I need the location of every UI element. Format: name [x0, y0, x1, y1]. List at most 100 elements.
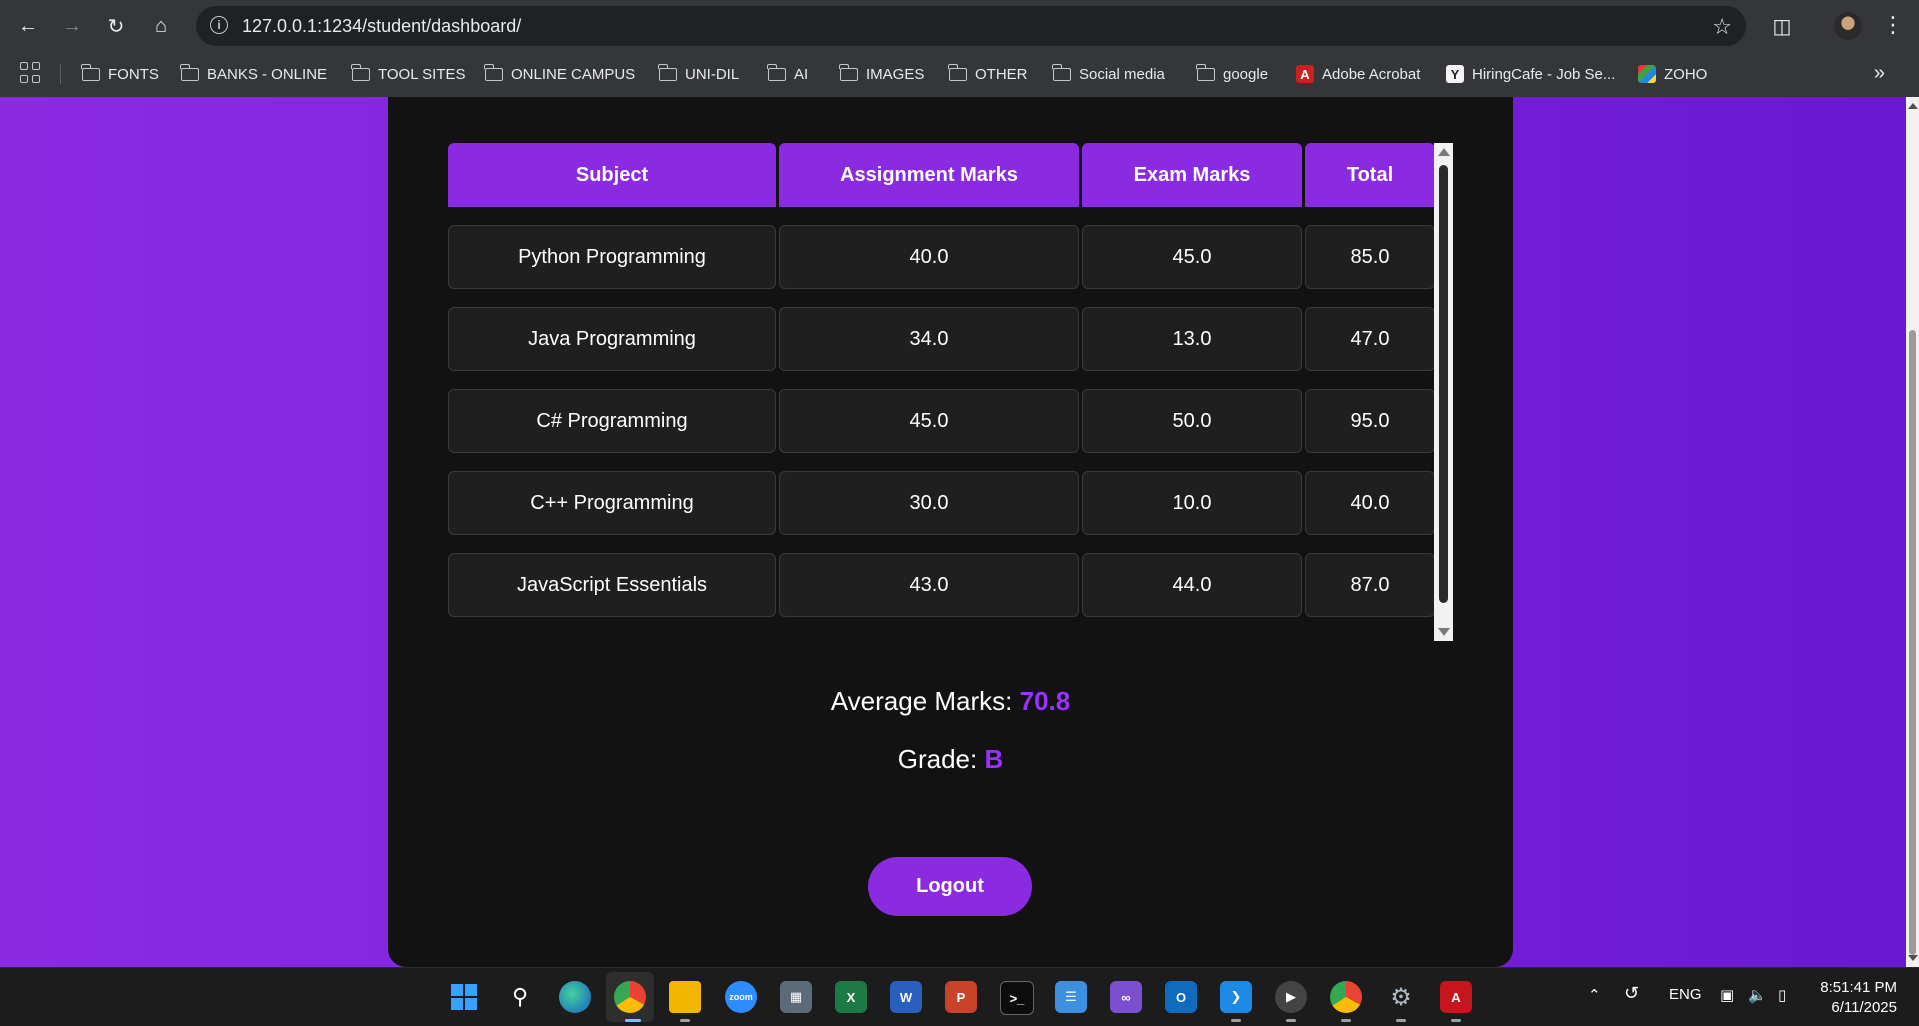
home-icon[interactable]: ⌂	[147, 12, 175, 40]
table-row: Python Programming 40.0 45.0 85.0	[448, 225, 1435, 289]
bookmarks-bar: FONTS BANKS - ONLINE TOOL SITES ONLINE C…	[0, 52, 1919, 96]
dashboard-card: Subject Assignment Marks Exam Marks Tota…	[388, 97, 1513, 967]
system-clock[interactable]: 8:51:41 PM 6/11/2025	[1820, 978, 1897, 1018]
file-explorer-icon[interactable]	[669, 981, 701, 1013]
settings-gear-icon[interactable]: ⚙	[1385, 981, 1417, 1013]
bookmark-folder[interactable]: FONTS	[81, 62, 159, 86]
hiringcafe-icon: Y	[1446, 65, 1464, 83]
powerpoint-icon[interactable]: P	[945, 981, 977, 1013]
bookmark-folder[interactable]: UNI-DIL	[658, 62, 740, 86]
visual-studio-icon[interactable]: ∞	[1110, 981, 1142, 1013]
more-bookmarks-icon[interactable]: »	[1874, 62, 1885, 85]
page-scrollbar-thumb[interactable]	[1909, 330, 1916, 955]
marks-table: Subject Assignment Marks Exam Marks Tota…	[448, 143, 1438, 635]
zoom-icon[interactable]: zoom	[725, 981, 757, 1013]
bookmark-folder[interactable]: BANKS - ONLINE	[180, 62, 328, 86]
bookmark-link[interactable]: Y HiringCafe - Job Se...	[1446, 62, 1615, 86]
folder-icon	[180, 63, 199, 81]
outlook-icon[interactable]: O	[1165, 981, 1197, 1013]
bookmark-link[interactable]: A Adobe Acrobat	[1296, 62, 1420, 86]
chrome-profile-icon[interactable]	[1330, 981, 1362, 1013]
running-indicator	[680, 1019, 690, 1022]
bookmark-folder[interactable]: OTHER	[948, 62, 1028, 86]
bookmark-folder[interactable]: TOOL SITES	[351, 62, 466, 86]
apps-grid-icon[interactable]	[20, 62, 42, 84]
grade-label: Grade:	[897, 744, 978, 774]
bookmark-folder[interactable]: google	[1196, 62, 1268, 86]
bookmark-folder[interactable]: AI	[767, 62, 809, 86]
browser-menu-icon[interactable]: ⋮	[1882, 12, 1904, 40]
reload-icon[interactable]: ↻	[102, 12, 130, 40]
exam-cell: 13.0	[1082, 307, 1302, 371]
page-scrollbar[interactable]	[1906, 97, 1919, 967]
forward-arrow-icon[interactable]: →	[58, 12, 86, 40]
running-indicator	[1231, 1019, 1241, 1022]
media-player-icon[interactable]: ▶	[1275, 981, 1307, 1013]
clock-time: 8:51:41 PM	[1820, 979, 1897, 996]
notepad-icon[interactable]: ☰	[1055, 981, 1087, 1013]
column-header-assignment: Assignment Marks	[779, 143, 1079, 207]
sync-icon[interactable]: ↺	[1624, 983, 1639, 1004]
bookmark-folder[interactable]: IMAGES	[839, 62, 924, 86]
subject-cell: Java Programming	[448, 307, 776, 371]
folder-icon	[948, 63, 967, 81]
marks-table-container[interactable]: Subject Assignment Marks Exam Marks Tota…	[448, 143, 1452, 640]
bookmark-folder[interactable]: ONLINE CAMPUS	[484, 62, 636, 86]
bookmark-label: AI	[794, 65, 809, 83]
bookmark-link[interactable]: ZOHO	[1638, 62, 1707, 86]
acrobat-icon: A	[1296, 65, 1314, 83]
bookmark-label: UNI-DIL	[685, 65, 740, 83]
bookmark-label: OTHER	[975, 65, 1028, 83]
volume-icon[interactable]: 🔈	[1748, 986, 1767, 1004]
table-scrollbar[interactable]	[1434, 143, 1453, 641]
windows-start-icon[interactable]	[448, 981, 480, 1013]
table-row: JavaScript Essentials 43.0 44.0 87.0	[448, 553, 1435, 617]
back-arrow-icon[interactable]: ←	[14, 12, 42, 40]
table-scrollbar-thumb[interactable]	[1439, 165, 1448, 603]
assignment-cell: 34.0	[779, 307, 1079, 371]
page-scroll-up-icon[interactable]	[1908, 103, 1918, 109]
language-indicator[interactable]: ENG	[1669, 986, 1702, 1003]
page-scroll-down-icon[interactable]	[1908, 955, 1918, 961]
edge-icon[interactable]	[559, 981, 591, 1013]
address-bar[interactable]: i 127.0.0.1:1234/student/dashboard/ ☆	[196, 6, 1746, 46]
terminal-icon[interactable]: >_	[1000, 981, 1034, 1015]
bookmark-folder[interactable]: Social media	[1052, 62, 1165, 86]
bookmark-label: FONTS	[108, 65, 159, 83]
logout-button[interactable]: Logout	[868, 857, 1032, 916]
bookmark-label: ONLINE CAMPUS	[511, 65, 636, 83]
vscode-icon[interactable]: ❯	[1220, 981, 1252, 1013]
bookmark-label: TOOL SITES	[378, 65, 466, 83]
extensions-icon[interactable]: ◫	[1768, 12, 1796, 40]
browser-toolbar: ← → ↻ ⌂ i 127.0.0.1:1234/student/dashboa…	[0, 0, 1919, 52]
exam-cell: 45.0	[1082, 225, 1302, 289]
network-icon[interactable]: ▣	[1720, 986, 1734, 1004]
subject-cell: C# Programming	[448, 389, 776, 453]
word-icon[interactable]: W	[890, 981, 922, 1013]
calculator-icon[interactable]: ▦	[780, 981, 812, 1013]
total-cell: 47.0	[1305, 307, 1435, 371]
profile-avatar[interactable]	[1834, 12, 1862, 40]
folder-icon	[351, 63, 370, 81]
assignment-cell: 45.0	[779, 389, 1079, 453]
search-icon[interactable]: ⚲	[504, 981, 536, 1013]
table-row: C# Programming 45.0 50.0 95.0	[448, 389, 1435, 453]
battery-icon[interactable]: ▯	[1778, 986, 1786, 1004]
total-cell: 87.0	[1305, 553, 1435, 617]
acrobat-taskbar-icon[interactable]: A	[1440, 981, 1472, 1013]
bookmark-label: BANKS - ONLINE	[207, 65, 328, 83]
show-hidden-icons-chevron-icon[interactable]: ⌃	[1588, 986, 1601, 1004]
running-indicator	[1451, 1019, 1461, 1022]
page-background: Subject Assignment Marks Exam Marks Tota…	[0, 97, 1906, 967]
excel-icon[interactable]: X	[835, 981, 867, 1013]
site-info-icon[interactable]: i	[210, 16, 228, 34]
url-text[interactable]: 127.0.0.1:1234/student/dashboard/	[242, 16, 521, 37]
grade-line: Grade: B	[388, 744, 1513, 775]
scroll-up-arrow-icon[interactable]	[1438, 148, 1450, 156]
running-indicator	[1286, 1019, 1296, 1022]
total-cell: 85.0	[1305, 225, 1435, 289]
scroll-down-arrow-icon[interactable]	[1438, 628, 1450, 636]
running-indicator	[1396, 1019, 1406, 1022]
bookmark-star-icon[interactable]: ☆	[1712, 14, 1732, 40]
chrome-icon[interactable]	[614, 981, 646, 1013]
